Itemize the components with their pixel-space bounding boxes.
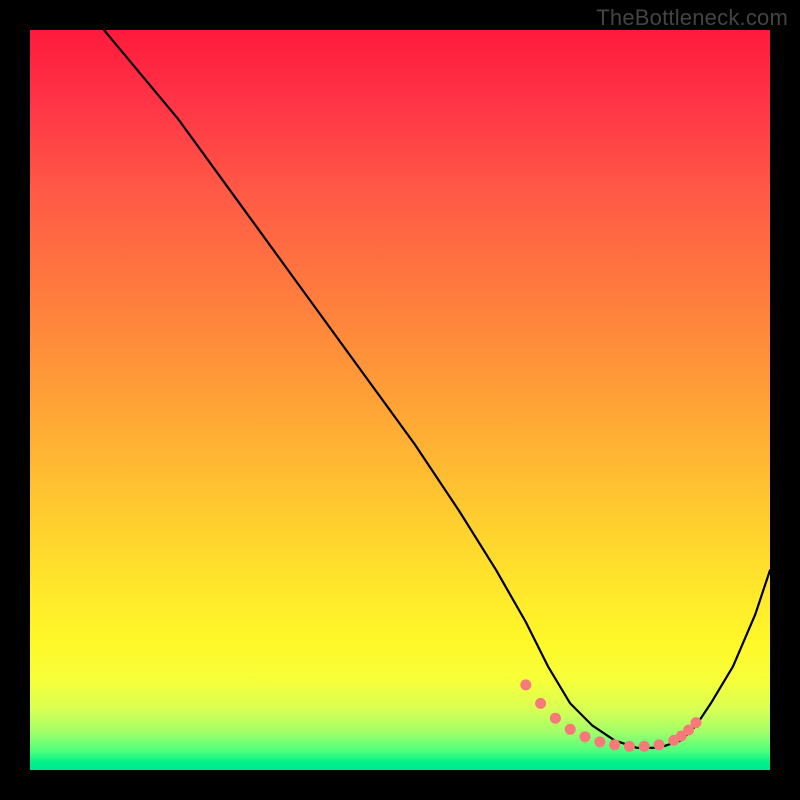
- highlight-dot: [565, 724, 576, 735]
- bottleneck-curve: [104, 30, 770, 748]
- highlight-dot: [654, 739, 665, 750]
- chart-container: TheBottleneck.com: [0, 0, 800, 800]
- highlight-dot: [580, 731, 591, 742]
- highlight-dot: [535, 698, 546, 709]
- highlight-dot: [691, 717, 702, 728]
- watermark: TheBottleneck.com: [596, 5, 788, 31]
- highlight-dot: [520, 679, 531, 690]
- highlight-dots: [520, 679, 701, 751]
- curve-svg: [30, 30, 770, 770]
- highlight-dot: [624, 741, 635, 752]
- highlight-dot: [594, 736, 605, 747]
- plot-area: [30, 30, 770, 770]
- highlight-dot: [609, 739, 620, 750]
- highlight-dot: [550, 713, 561, 724]
- highlight-dot: [639, 741, 650, 752]
